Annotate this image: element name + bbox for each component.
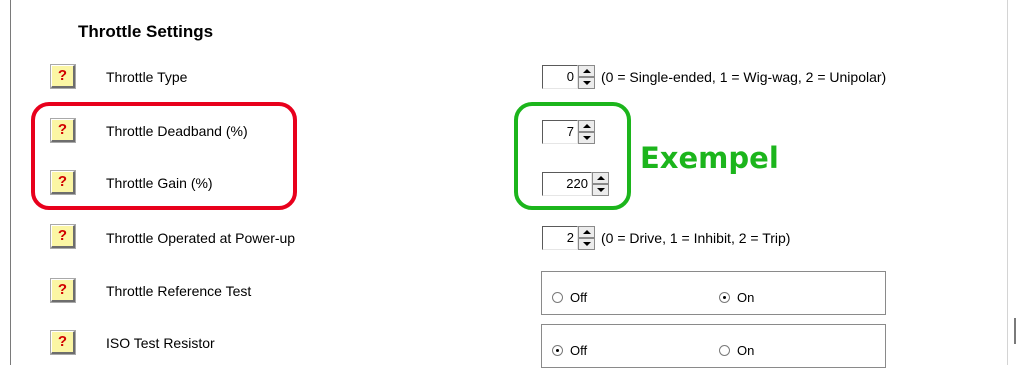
iso-test-resistor-radio-group: Off On [541, 324, 886, 368]
section-title: Throttle Settings [78, 22, 214, 41]
throttle-powerup-down-arrow-icon[interactable] [578, 238, 595, 250]
throttle-powerup-up-arrow-icon[interactable] [578, 226, 595, 238]
radio-checked-icon[interactable] [719, 292, 730, 303]
scrollbar-mark [1014, 318, 1016, 344]
throttle-powerup-help-button[interactable]: ? [51, 225, 75, 248]
iso-test-resistor-off-label: Off [570, 343, 588, 358]
throttle-type-spinner[interactable]: 0 [542, 65, 595, 89]
throttle-powerup-hint: (0 = Drive, 1 = Inhibit, 2 = Trip) [601, 230, 791, 246]
radio-checked-icon[interactable] [552, 345, 563, 356]
throttle-powerup-value[interactable]: 2 [542, 226, 578, 250]
throttle-powerup-spinner[interactable]: 2 [542, 226, 595, 250]
throttle-type-help-button[interactable]: ? [51, 65, 75, 88]
throttle-powerup-label: Throttle Operated at Power-up [106, 230, 296, 246]
throttle-type-up-arrow-icon[interactable] [578, 65, 595, 77]
throttle-reference-off-radio[interactable]: Off [552, 290, 587, 305]
example-annotation: Exempel [640, 141, 779, 175]
iso-test-resistor-off-radio[interactable]: Off [552, 343, 587, 358]
green-highlight-box [514, 102, 631, 210]
iso-test-resistor-help-button[interactable]: ? [51, 331, 75, 354]
throttle-reference-radio-group: Off On [541, 271, 886, 315]
throttle-type-hint: (0 = Single-ended, 1 = Wig-wag, 2 = Unip… [601, 69, 887, 85]
throttle-reference-label: Throttle Reference Test [106, 283, 252, 299]
throttle-reference-on-radio[interactable]: On [719, 290, 754, 305]
radio-unchecked-icon[interactable] [719, 345, 730, 356]
throttle-type-value[interactable]: 0 [542, 65, 578, 89]
throttle-reference-off-label: Off [570, 290, 588, 305]
iso-test-resistor-on-label: On [737, 343, 755, 358]
red-highlight-box [31, 102, 297, 210]
throttle-reference-on-label: On [737, 290, 755, 305]
throttle-reference-help-button[interactable]: ? [51, 279, 75, 302]
iso-test-resistor-label: ISO Test Resistor [106, 335, 215, 351]
throttle-type-down-arrow-icon[interactable] [578, 77, 595, 89]
radio-unchecked-icon[interactable] [552, 292, 563, 303]
iso-test-resistor-on-radio[interactable]: On [719, 343, 754, 358]
throttle-type-label: Throttle Type [106, 69, 188, 85]
panel-right-border [1007, 0, 1008, 365]
panel-left-border [10, 0, 11, 365]
